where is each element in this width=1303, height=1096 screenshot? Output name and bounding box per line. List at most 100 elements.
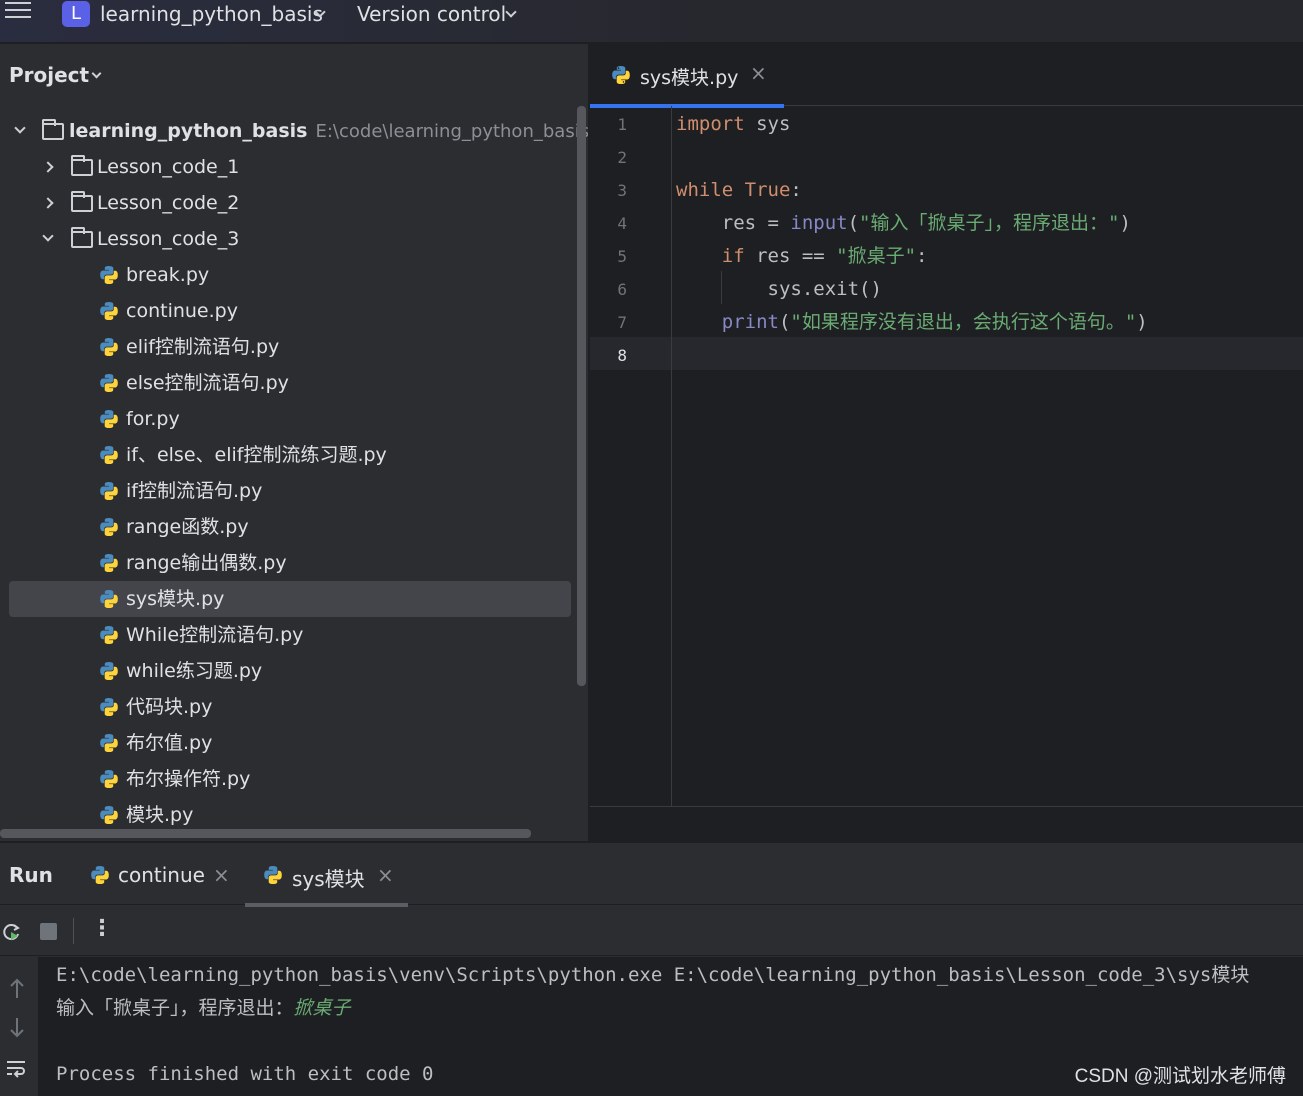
chevron-down-icon[interactable]: [14, 122, 26, 134]
tree-item-file[interactable]: while练习题.py: [0, 653, 575, 689]
tree-item-root[interactable]: learning_python_basis E:\code\learning_py…: [0, 113, 588, 149]
python-file-icon: [100, 302, 118, 320]
vertical-scrollbar[interactable]: [577, 106, 586, 686]
line-number-gutter: 1 2 3 4 5 6 7 8: [590, 106, 672, 806]
tree-item-label: continue.py: [126, 300, 238, 322]
project-panel-title[interactable]: Project: [9, 63, 89, 87]
horizontal-scrollbar[interactable]: [0, 829, 531, 838]
tree-item-label: While控制流语句.py: [126, 624, 304, 646]
tree-item-file[interactable]: continue.py: [0, 293, 575, 329]
code-line-7[interactable]: print("如果程序没有退出，会执行这个语句。"): [676, 306, 1148, 339]
code-text: (: [778, 311, 791, 333]
tree-item-file[interactable]: if、else、elif控制流练习题.py: [0, 437, 575, 473]
arrow-up-icon[interactable]: [8, 977, 26, 1001]
code-text: res ==: [744, 245, 837, 267]
tree-item-label: 模块.py: [126, 804, 194, 826]
tree-item-label: Lesson_code_1: [97, 156, 240, 178]
builtin-function: print: [676, 311, 779, 333]
editor-bottom-area: [590, 806, 1303, 841]
python-file-icon: [100, 518, 118, 536]
tree-item-file[interactable]: else控制流语句.py: [0, 365, 575, 401]
close-tab-icon[interactable]: ×: [377, 863, 394, 887]
run-tab-label: sys模块: [292, 867, 365, 891]
tree-item-file[interactable]: While控制流语句.py: [0, 617, 575, 653]
chevron-down-icon[interactable]: [505, 6, 517, 18]
tree-item-path: E:\code\learning_python_basis: [315, 121, 589, 142]
soft-wrap-icon[interactable]: [5, 1057, 27, 1079]
tree-item-file[interactable]: 布尔操作符.py: [0, 761, 575, 797]
tree-item-file[interactable]: elif控制流语句.py: [0, 329, 575, 365]
tree-item-file[interactable]: break.py: [0, 257, 575, 293]
code-line-4[interactable]: res = input("输入「掀桌子」，程序退出："): [676, 207, 1131, 240]
tree-item-label: for.py: [126, 408, 180, 430]
python-file-icon: [100, 266, 118, 284]
code-line-5[interactable]: if res == "掀桌子":: [676, 240, 928, 273]
more-options-icon[interactable]: ⋮: [91, 916, 113, 941]
python-file-icon: [100, 446, 118, 464]
python-file-icon: [91, 866, 109, 884]
code-text: :: [916, 245, 928, 267]
tree-item-file[interactable]: if控制流语句.py: [0, 473, 575, 509]
chevron-right-icon[interactable]: [42, 161, 54, 173]
tree-item-label: Lesson_code_2: [97, 192, 240, 214]
tree-item-label: if、else、elif控制流练习题.py: [126, 444, 387, 466]
line-number: 4: [617, 214, 627, 233]
tree-item-file-selected[interactable]: sys模块.py: [9, 581, 571, 617]
run-tool-window: Run continue × sys模块 × ⋮ E:\code\learnin…: [0, 842, 1303, 1096]
chevron-down-icon[interactable]: [91, 68, 102, 79]
current-line-highlight: [590, 337, 1303, 370]
close-tab-icon[interactable]: ×: [213, 863, 230, 887]
python-file-icon: [100, 338, 118, 356]
code-text: sys.exit(): [676, 278, 882, 300]
line-number: 5: [617, 247, 627, 266]
stop-icon[interactable]: [40, 923, 57, 940]
run-panel-title: Run: [9, 863, 53, 887]
chevron-down-icon[interactable]: [42, 230, 54, 242]
arrow-down-icon[interactable]: [8, 1015, 26, 1039]
rerun-icon[interactable]: [2, 922, 22, 942]
line-number: 3: [617, 181, 627, 200]
editor-tab-active[interactable]: sys模块.py ×: [590, 44, 784, 108]
tree-item-file[interactable]: 布尔值.py: [0, 725, 575, 761]
tree-item-label: else控制流语句.py: [126, 372, 289, 394]
code-text: :: [790, 179, 802, 201]
python-file-icon: [100, 590, 118, 608]
tree-item-folder[interactable]: Lesson_code_3: [0, 221, 575, 257]
tree-item-file[interactable]: 代码块.py: [0, 689, 575, 725]
tree-item-label: break.py: [126, 264, 210, 286]
tree-item-label: if控制流语句.py: [126, 480, 263, 502]
version-control-menu[interactable]: Version control: [357, 2, 506, 26]
code-text: res =: [676, 212, 791, 234]
tree-item-folder[interactable]: Lesson_code_1: [0, 149, 575, 185]
tree-item-file[interactable]: 模块.py: [0, 797, 575, 833]
tree-item-label: 布尔操作符.py: [126, 768, 251, 790]
code-line-6[interactable]: sys.exit(): [676, 273, 882, 306]
keyword: while: [676, 179, 734, 201]
python-file-icon: [100, 806, 118, 824]
project-badge-icon[interactable]: L: [62, 1, 90, 27]
code-line-1[interactable]: import sys: [676, 108, 790, 141]
tree-item-label: range函数.py: [126, 516, 249, 538]
folder-icon: [71, 227, 93, 248]
console-user-input: 掀桌子: [293, 997, 351, 1019]
tree-item-file[interactable]: for.py: [0, 401, 575, 437]
folder-icon: [71, 155, 93, 176]
code-line-3[interactable]: while True:: [676, 174, 802, 207]
console-prompt-line: 输入「掀桌子」，程序退出：掀桌子: [56, 992, 351, 1024]
tree-item-file[interactable]: range函数.py: [0, 509, 575, 545]
run-tab-continue[interactable]: continue ×: [88, 843, 238, 905]
python-file-icon: [264, 866, 282, 884]
line-number: 6: [617, 280, 627, 299]
python-file-icon: [100, 770, 118, 788]
close-tab-icon[interactable]: ×: [750, 61, 767, 85]
tree-item-folder[interactable]: Lesson_code_2: [0, 185, 575, 221]
chevron-right-icon[interactable]: [42, 197, 54, 209]
python-file-icon: [100, 374, 118, 392]
project-switcher[interactable]: learning_python_basis: [100, 2, 323, 26]
run-tab-sys[interactable]: sys模块 ×: [245, 843, 408, 907]
main-menu-icon[interactable]: [5, 2, 31, 24]
python-file-icon: [100, 554, 118, 572]
tree-item-label: elif控制流语句.py: [126, 336, 280, 358]
tree-item-file[interactable]: range输出偶数.py: [0, 545, 575, 581]
